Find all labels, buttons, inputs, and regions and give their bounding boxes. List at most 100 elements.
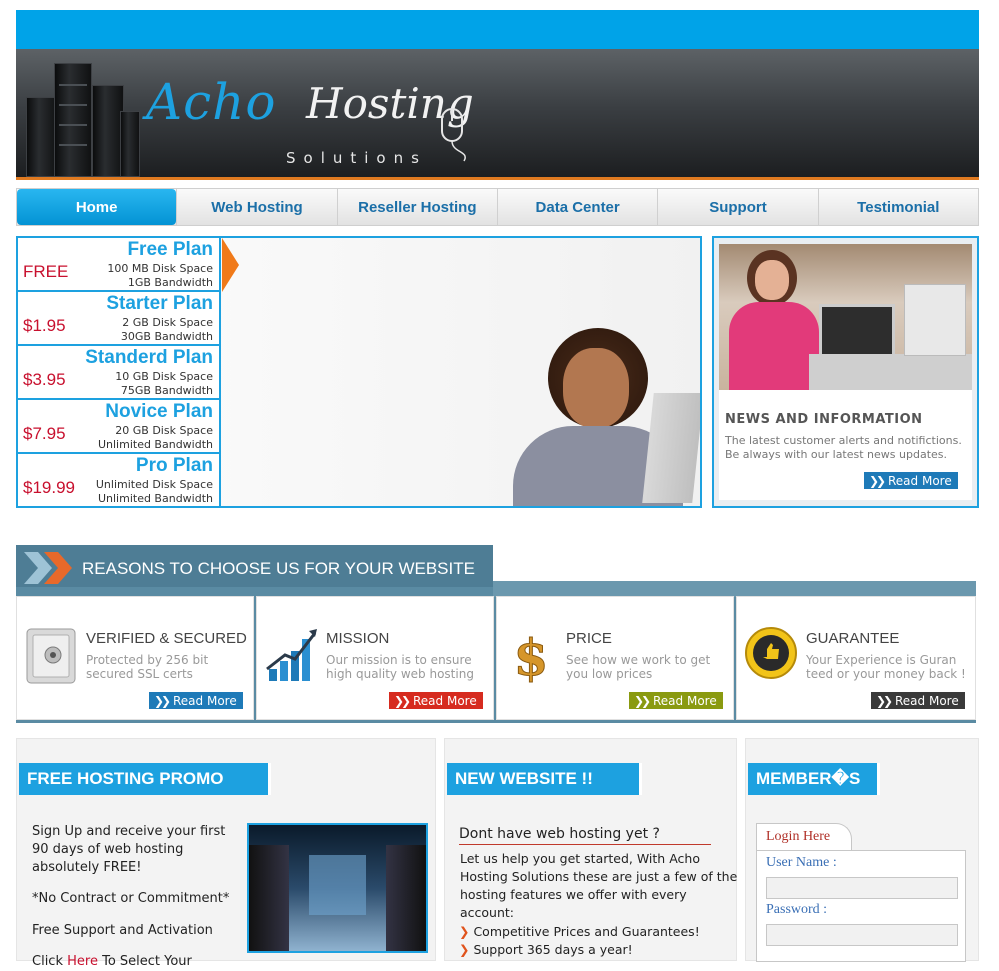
new-website-column: NEW WEBSITE !! Dont have web hosting yet… <box>444 738 737 961</box>
promo-here-link[interactable]: Here <box>67 954 98 969</box>
new-website-heading: NEW WEBSITE !! <box>447 763 642 795</box>
plan-name: Pro Plan <box>135 455 213 476</box>
plan-bandwidth: 30GB Bandwidth <box>120 330 213 343</box>
plan-disk: 10 GB Disk Space <box>115 370 213 383</box>
username-input[interactable] <box>766 877 958 899</box>
username-label: User Name : <box>766 855 837 870</box>
read-more-button[interactable]: ❯❯ Read More <box>629 692 723 709</box>
reason-text: Protected by 256 bit secured SSL certs <box>86 653 209 681</box>
chevron-right-icon: ❯❯ <box>633 693 651 708</box>
plans-slider: FREE Free Plan 100 MB Disk Space 1GB Ban… <box>16 236 702 508</box>
plan-disk: 20 GB Disk Space <box>115 424 213 437</box>
nav-reseller-hosting[interactable]: Reseller Hosting <box>336 189 497 225</box>
read-more-label: Read More <box>888 473 952 488</box>
login-tab[interactable]: Login Here <box>756 823 852 851</box>
login-form: User Name : Password : <box>756 850 966 962</box>
nav-data-center[interactable]: Data Center <box>496 189 657 225</box>
reason-text: Our mission is to ensure high quality we… <box>326 653 474 681</box>
dollar-icon: $ <box>513 628 549 688</box>
list-item: ❯ Competitive Prices and Guarantees! <box>459 924 700 939</box>
chevron-right-icon: ❯❯ <box>153 693 171 708</box>
nav-home[interactable]: Home <box>17 189 177 225</box>
logo-text-acho: Acho <box>146 73 277 131</box>
nav-web-hosting[interactable]: Web Hosting <box>176 189 336 225</box>
promo-column: FREE HOSTING PROMO Sign Up and receive y… <box>16 738 436 969</box>
plan-bandwidth: Unlimited Bandwidth <box>97 438 213 451</box>
plan-bandwidth: Unlimited Bandwidth <box>97 492 213 505</box>
plan-price: $3.95 <box>23 370 66 389</box>
reason-guarantee: GUARANTEE Your Experience is Guran teed … <box>736 596 976 720</box>
plan-name: Novice Plan <box>105 401 213 422</box>
plan-disk: 2 GB Disk Space <box>122 316 213 329</box>
plan-price: $19.99 <box>23 478 75 497</box>
svg-text:$: $ <box>514 628 549 687</box>
reasons-title: REASONS TO CHOOSE US FOR YOUR WEBSITE <box>82 559 475 578</box>
password-input[interactable] <box>766 924 958 946</box>
members-heading: MEMBER�S <box>748 763 880 795</box>
site-header: Acho Hosting Solutions <box>16 49 979 180</box>
reasons-band-top <box>493 581 976 597</box>
read-more-label: Read More <box>413 693 477 708</box>
read-more-label: Read More <box>173 693 237 708</box>
logo-tagline: Solutions <box>286 149 427 167</box>
plan-disk: 100 MB Disk Space <box>107 262 213 275</box>
plan-price: $1.95 <box>23 316 66 335</box>
promo-text-4: Click Here To Select Your <box>32 954 192 969</box>
bullet-arrow-icon: ❯ <box>459 942 474 957</box>
read-more-label: Read More <box>895 693 959 708</box>
list-item: ❯ Support 365 days a year! <box>459 942 633 957</box>
plan-name: Free Plan <box>127 239 213 260</box>
guarantee-badge-icon <box>745 627 797 679</box>
safe-icon <box>26 628 76 684</box>
login-tab-label: Login Here <box>766 829 831 844</box>
plan-standerd[interactable]: $3.95 Standerd Plan 10 GB Disk Space 75G… <box>18 346 221 400</box>
promo-text-2: *No Contract or Commitment* <box>32 891 230 906</box>
chevron-right-icon: ❯❯ <box>393 693 411 708</box>
read-more-button[interactable]: ❯❯ Read More <box>871 692 965 709</box>
plan-disk: Unlimited Disk Space <box>95 478 213 491</box>
plan-price: $7.95 <box>23 424 66 443</box>
plan-starter[interactable]: $1.95 Starter Plan 2 GB Disk Space 30GB … <box>18 292 221 346</box>
news-photo <box>719 244 972 390</box>
plan-free[interactable]: FREE Free Plan 100 MB Disk Space 1GB Ban… <box>18 238 221 292</box>
plan-pro[interactable]: $19.99 Pro Plan Unlimited Disk Space Unl… <box>18 454 221 506</box>
reason-price: $ PRICE See how we work to get you low p… <box>496 596 734 720</box>
plan-novice[interactable]: $7.95 Novice Plan 20 GB Disk Space Unlim… <box>18 400 221 454</box>
promo-text-1: Sign Up and receive your first 90 days o… <box>32 824 226 875</box>
reason-title: VERIFIED & SECURED <box>86 630 247 647</box>
reason-text: Your Experience is Guran teed or your mo… <box>806 653 966 681</box>
reason-text: See how we work to get you low prices <box>566 653 711 681</box>
active-plan-arrow-icon <box>222 238 239 292</box>
read-more-button[interactable]: ❯❯ Read More <box>389 692 483 709</box>
plan-bandwidth: 1GB Bandwidth <box>127 276 213 289</box>
woman-on-phone-photo <box>398 298 700 506</box>
news-read-more-button[interactable]: ❯❯ Read More <box>864 472 958 489</box>
reason-title: MISSION <box>326 630 390 647</box>
read-more-button[interactable]: ❯❯ Read More <box>149 692 243 709</box>
members-column: MEMBER�S Login Here User Name : Password… <box>745 738 979 962</box>
chevron-right-icon: ❯❯ <box>868 473 886 488</box>
new-website-text: Let us help you get started, With Acho H… <box>460 851 738 920</box>
nav-support[interactable]: Support <box>657 189 817 225</box>
top-bar <box>16 10 979 49</box>
bullet-arrow-icon: ❯ <box>459 924 474 939</box>
reason-title: PRICE <box>566 630 612 647</box>
promo-heading: FREE HOSTING PROMO <box>19 763 271 795</box>
reason-title: GUARANTEE <box>806 630 900 647</box>
plan-name: Starter Plan <box>106 293 213 314</box>
news-text: The latest customer alerts and notificti… <box>725 434 962 461</box>
plan-bandwidth: 75GB Bandwidth <box>120 384 213 397</box>
promo-text-3: Free Support and Activation <box>32 923 213 938</box>
new-website-subtitle: Dont have web hosting yet ? <box>459 825 711 845</box>
read-more-label: Read More <box>653 693 717 708</box>
double-chevron-icon <box>24 552 72 584</box>
mouse-icon <box>441 108 466 162</box>
datacenter-photo <box>247 823 428 953</box>
reason-mission: MISSION Our mission is to ensure high qu… <box>256 596 494 720</box>
main-nav: Home Web Hosting Reseller Hosting Data C… <box>16 188 979 226</box>
nav-testimonial[interactable]: Testimonial <box>817 189 978 225</box>
plan-name: Standerd Plan <box>85 347 213 368</box>
password-label: Password : <box>766 902 828 917</box>
bar-chart-icon <box>266 629 317 681</box>
chevron-right-icon: ❯❯ <box>875 693 893 708</box>
